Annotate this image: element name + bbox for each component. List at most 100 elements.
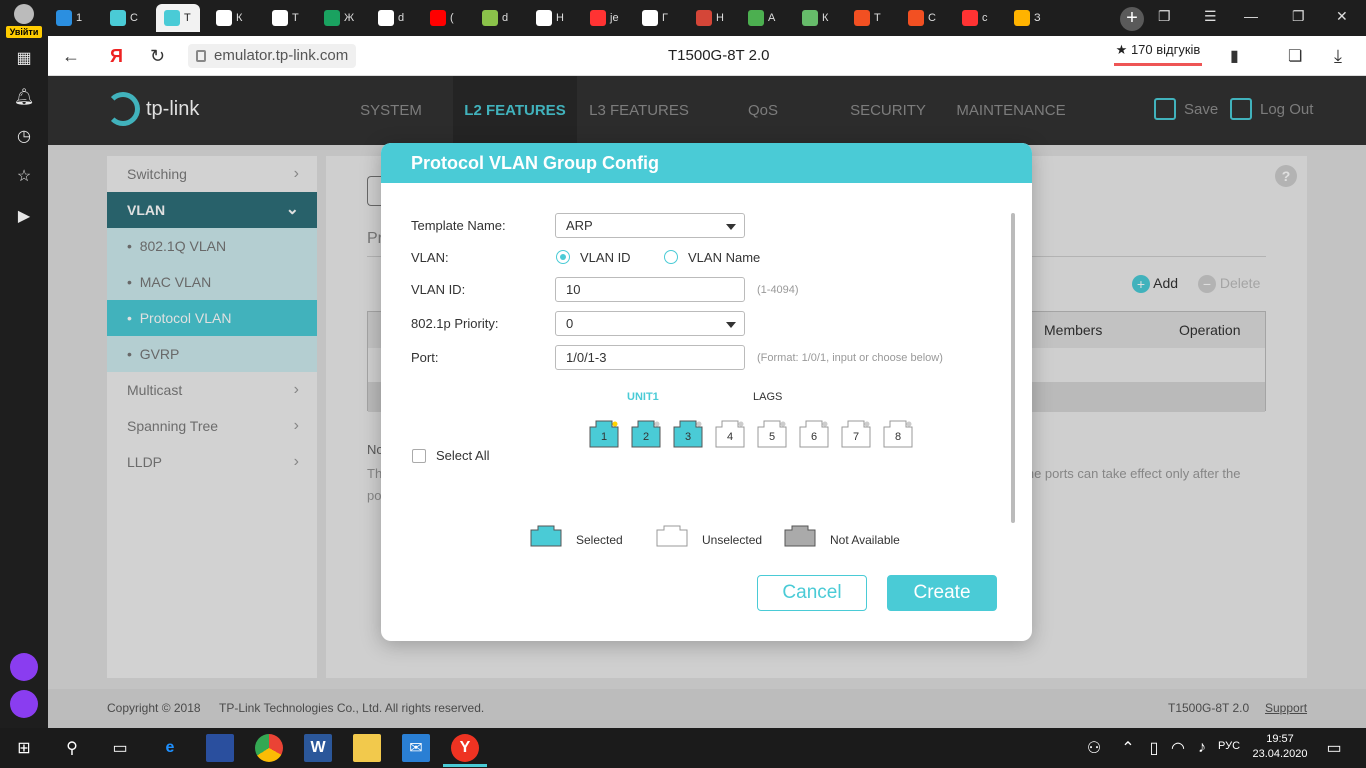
browser-tab[interactable]: С	[102, 4, 146, 32]
legend-not-available-port-icon	[784, 525, 816, 547]
vlan-id-input[interactable]: 10	[555, 277, 745, 302]
tab-label: Т	[292, 12, 299, 24]
browser-tab[interactable]: d	[370, 4, 414, 32]
downloads-icon[interactable]: ⤓	[1334, 46, 1342, 67]
tab-label: К	[236, 12, 243, 24]
select-all-checkbox[interactable]	[412, 449, 426, 463]
reviews-badge[interactable]: ★ 170 відгуків	[1114, 42, 1202, 66]
browser-tab[interactable]: К	[208, 4, 252, 32]
collections-icon[interactable]: ❏	[1288, 46, 1302, 66]
reload-icon[interactable]: ↻	[150, 46, 165, 67]
port-7[interactable]: 7	[841, 420, 871, 448]
language-indicator[interactable]: РУС	[1218, 740, 1240, 752]
bookmarks-star-icon[interactable]: ☆	[10, 162, 38, 190]
show-hidden-icons-chevron-icon[interactable]: ⌃	[1114, 734, 1142, 762]
history-clock-icon[interactable]: ◷	[10, 122, 38, 150]
browser-tab[interactable]: Т	[156, 4, 200, 32]
windows-taskbar: ⊞ ⚲ ▭ e W ✉ Y ⚇ ⌃ ▯ ◠ ♪ РУС 19:57 23.04.…	[0, 728, 1366, 768]
unit1-tab[interactable]: UNIT1	[627, 391, 659, 403]
search-icon[interactable]: ⚲	[58, 734, 86, 762]
browser-tab[interactable]: Т	[846, 4, 890, 32]
tab-favicon-icon	[590, 10, 606, 26]
browser-tab[interactable]: С	[900, 4, 944, 32]
browser-tab[interactable]: А	[740, 4, 784, 32]
browser-tab[interactable]: З	[1006, 4, 1050, 32]
clock[interactable]: 19:57 23.04.2020	[1252, 732, 1308, 762]
yandex-home-icon[interactable]: Я	[110, 46, 123, 67]
new-tab-button[interactable]: +	[1120, 7, 1144, 31]
tab-bar: 1 С Т К Т Жd (d Нje Г Н А К Т Сс З + ❐ ☰ — ❐ ✕	[48, 0, 1366, 36]
cancel-button[interactable]: Cancel	[757, 575, 867, 611]
vlan-name-radio-label[interactable]: VLAN Name	[688, 250, 760, 265]
save-disk-app-icon[interactable]	[206, 734, 234, 762]
url-field[interactable]: emulator.tp-link.com	[188, 44, 357, 68]
volume-icon[interactable]: ♪	[1188, 734, 1216, 762]
browser-tab[interactable]: К	[794, 4, 838, 32]
zen-app-icon[interactable]	[10, 653, 38, 681]
template-name-select[interactable]: ARP	[555, 213, 745, 238]
apps-grid-icon[interactable]: ▦	[10, 44, 38, 72]
port-2[interactable]: 2	[631, 420, 661, 448]
browser-tab[interactable]: Н	[688, 4, 732, 32]
active-app-indicator	[443, 764, 487, 767]
dropdown-arrow-icon	[726, 224, 736, 230]
yandex-browser-icon[interactable]: Y	[451, 734, 479, 762]
close-window-icon[interactable]: ✕	[1336, 8, 1348, 25]
lags-tab[interactable]: LAGS	[753, 391, 782, 403]
alice-assistant-icon[interactable]	[10, 690, 38, 718]
port-input[interactable]: 1/0/1-3	[555, 345, 745, 370]
port-number: 6	[810, 431, 818, 443]
tab-favicon-icon	[748, 10, 764, 26]
browser-tab[interactable]: с	[954, 4, 998, 32]
back-arrow-icon[interactable]: ←	[62, 46, 80, 67]
port-3[interactable]: 3	[673, 420, 703, 448]
media-play-icon[interactable]: ▶	[10, 202, 38, 230]
people-icon[interactable]: ⚇	[1080, 734, 1108, 762]
dialog-scrollbar[interactable]	[1011, 213, 1015, 523]
notifications-icon[interactable]: ▭	[1320, 734, 1348, 762]
vlan-name-radio[interactable]	[664, 250, 678, 264]
login-button[interactable]: Увійти	[6, 2, 42, 38]
task-view-icon[interactable]: ▭	[106, 734, 134, 762]
port-1[interactable]: 1	[589, 420, 619, 448]
chrome-icon[interactable]	[255, 734, 283, 762]
browser-tab[interactable]: (	[422, 4, 466, 32]
user-avatar-icon	[14, 4, 34, 24]
bookmark-icon[interactable]: ▮	[1230, 46, 1239, 66]
menu-icon[interactable]: ☰	[1204, 8, 1217, 25]
lock-icon	[196, 50, 206, 62]
port-8[interactable]: 8	[883, 420, 913, 448]
tab-label: Ж	[344, 12, 355, 24]
priority-label: 802.1p Priority:	[411, 316, 499, 331]
tab-label: Н	[716, 12, 724, 24]
star-icon: ★	[1115, 42, 1128, 57]
browser-tab[interactable]: d	[474, 4, 518, 32]
notifications-bell-icon[interactable]: 🔔︎	[10, 83, 38, 111]
port-6[interactable]: 6	[799, 420, 829, 448]
browser-tab[interactable]: 1	[48, 4, 92, 32]
browser-tab[interactable]: Ж	[316, 4, 360, 32]
edge-browser-icon[interactable]: e	[156, 734, 184, 762]
priority-select[interactable]: 0	[555, 311, 745, 336]
browser-tab[interactable]: Г	[634, 4, 678, 32]
port-5[interactable]: 5	[757, 420, 787, 448]
minimize-icon[interactable]: —	[1244, 8, 1258, 24]
create-button[interactable]: Create	[887, 575, 997, 611]
address-bar: ← Я ↻ emulator.tp-link.com T1500G-8T 2.0…	[48, 36, 1366, 76]
restore-icon[interactable]: ❐	[1292, 8, 1305, 25]
port-4[interactable]: 4	[715, 420, 745, 448]
tab-favicon-icon	[164, 10, 180, 26]
file-explorer-icon[interactable]	[353, 734, 381, 762]
tabs-overview-icon[interactable]: ❐	[1158, 8, 1171, 25]
browser-tab[interactable]: je	[582, 4, 626, 32]
mail-icon[interactable]: ✉	[402, 734, 430, 762]
select-all-label[interactable]: Select All	[436, 448, 489, 463]
vlan-id-radio-label[interactable]: VLAN ID	[580, 250, 631, 265]
vlan-id-radio[interactable]	[556, 250, 570, 264]
windows-start-icon[interactable]: ⊞	[10, 734, 38, 762]
browser-tab[interactable]: Т	[264, 4, 308, 32]
tab-label: А	[768, 12, 776, 24]
word-icon[interactable]: W	[304, 734, 332, 762]
tab-favicon-icon	[216, 10, 232, 26]
browser-tab[interactable]: Н	[528, 4, 572, 32]
